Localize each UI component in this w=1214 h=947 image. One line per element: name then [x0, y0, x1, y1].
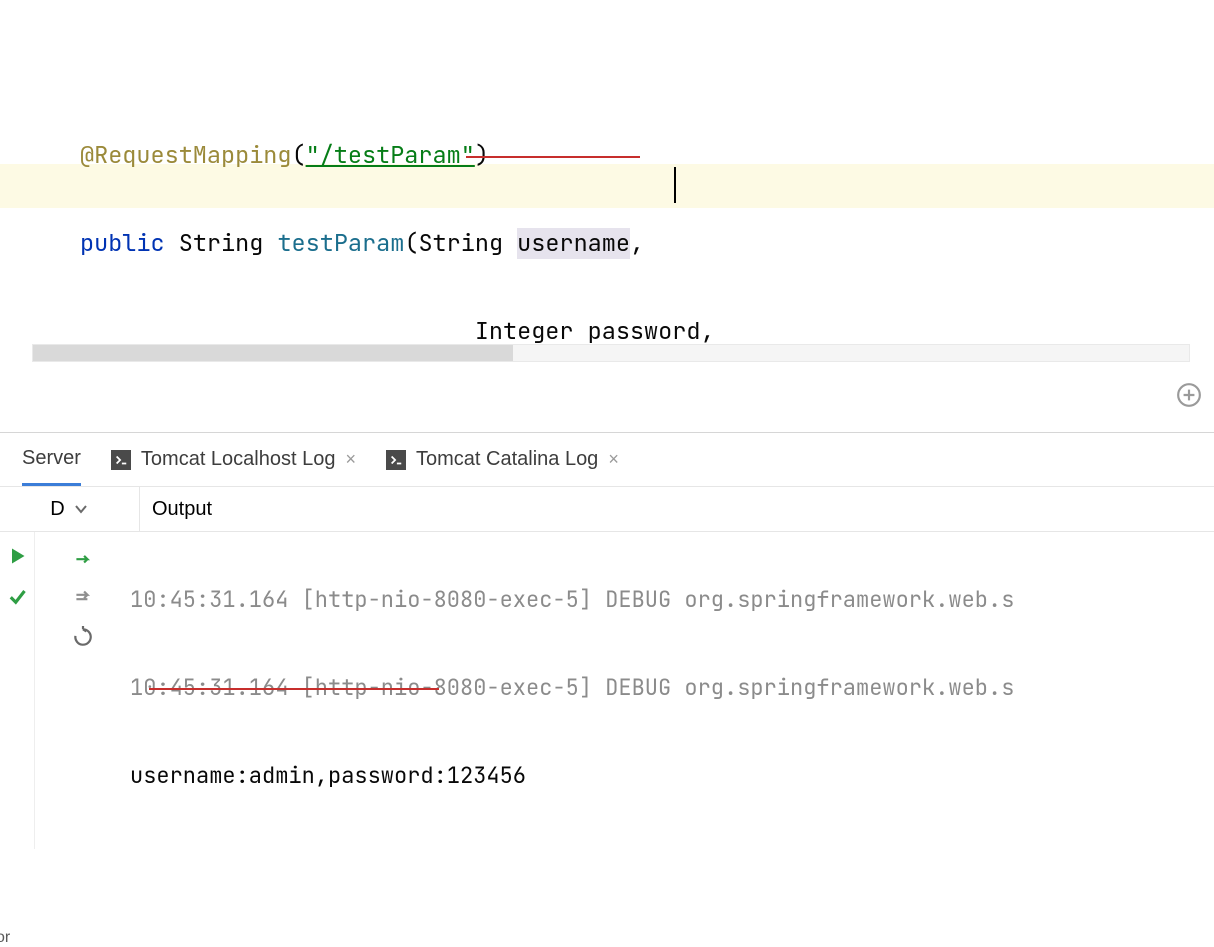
tab-server[interactable]: Server: [22, 433, 81, 486]
red-underline-console: [149, 688, 439, 690]
log-line: username:admin,password:123456: [130, 754, 1214, 798]
console-toolbar: [35, 532, 130, 849]
run-icon[interactable]: [7, 546, 27, 566]
run-tool-window: Server Tomcat Localhost Log × Tomcat Cat…: [0, 432, 1214, 849]
run-action-column: or: [0, 532, 35, 849]
param-username: username: [517, 228, 630, 259]
console-output[interactable]: 10:45:31.164 [http-nio-8080-exec-5] DEBU…: [130, 532, 1214, 849]
step-into-icon[interactable]: [72, 586, 94, 608]
console-icon: [386, 450, 406, 470]
update-check-icon[interactable]: [7, 586, 27, 606]
console-subheader: D Output: [0, 487, 1214, 532]
text-caret: [674, 167, 676, 203]
code-content[interactable]: @RequestMapping("/testParam") public Str…: [80, 2, 1214, 372]
add-panel-icon[interactable]: [1176, 382, 1202, 408]
keyword-public: public: [80, 228, 165, 259]
annotation: @RequestMapping: [80, 140, 292, 171]
tab-tomcat-catalina-log[interactable]: Tomcat Catalina Log ×: [386, 448, 619, 471]
red-underline-hobby: [466, 156, 640, 158]
code-editor[interactable]: @RequestMapping("/testParam") public Str…: [0, 0, 1214, 372]
tab-label: Server: [22, 447, 81, 470]
rerun-icon[interactable]: [72, 626, 94, 648]
console-icon: [111, 450, 131, 470]
output-label: Output: [140, 487, 212, 531]
or-label: or: [0, 929, 10, 947]
string-literal: "/testParam": [306, 140, 475, 171]
debugger-dropdown[interactable]: D: [0, 487, 140, 531]
dropdown-label: D: [50, 498, 64, 521]
log-line: hobby:打篮球,看书,发呆: [130, 842, 1214, 849]
log-line: 10:45:31.164 [http-nio-8080-exec-5] DEBU…: [130, 578, 1214, 622]
run-tabs: Server Tomcat Localhost Log × Tomcat Cat…: [0, 433, 1214, 487]
close-icon[interactable]: ×: [345, 449, 356, 470]
tab-label: Tomcat Localhost Log: [141, 448, 336, 471]
close-icon[interactable]: ×: [608, 449, 619, 470]
tab-label: Tomcat Catalina Log: [416, 448, 598, 471]
tab-tomcat-localhost-log[interactable]: Tomcat Localhost Log ×: [111, 448, 356, 471]
step-over-icon[interactable]: [72, 546, 94, 568]
chevron-down-icon: [73, 501, 89, 517]
method-name: testParam: [277, 228, 404, 259]
